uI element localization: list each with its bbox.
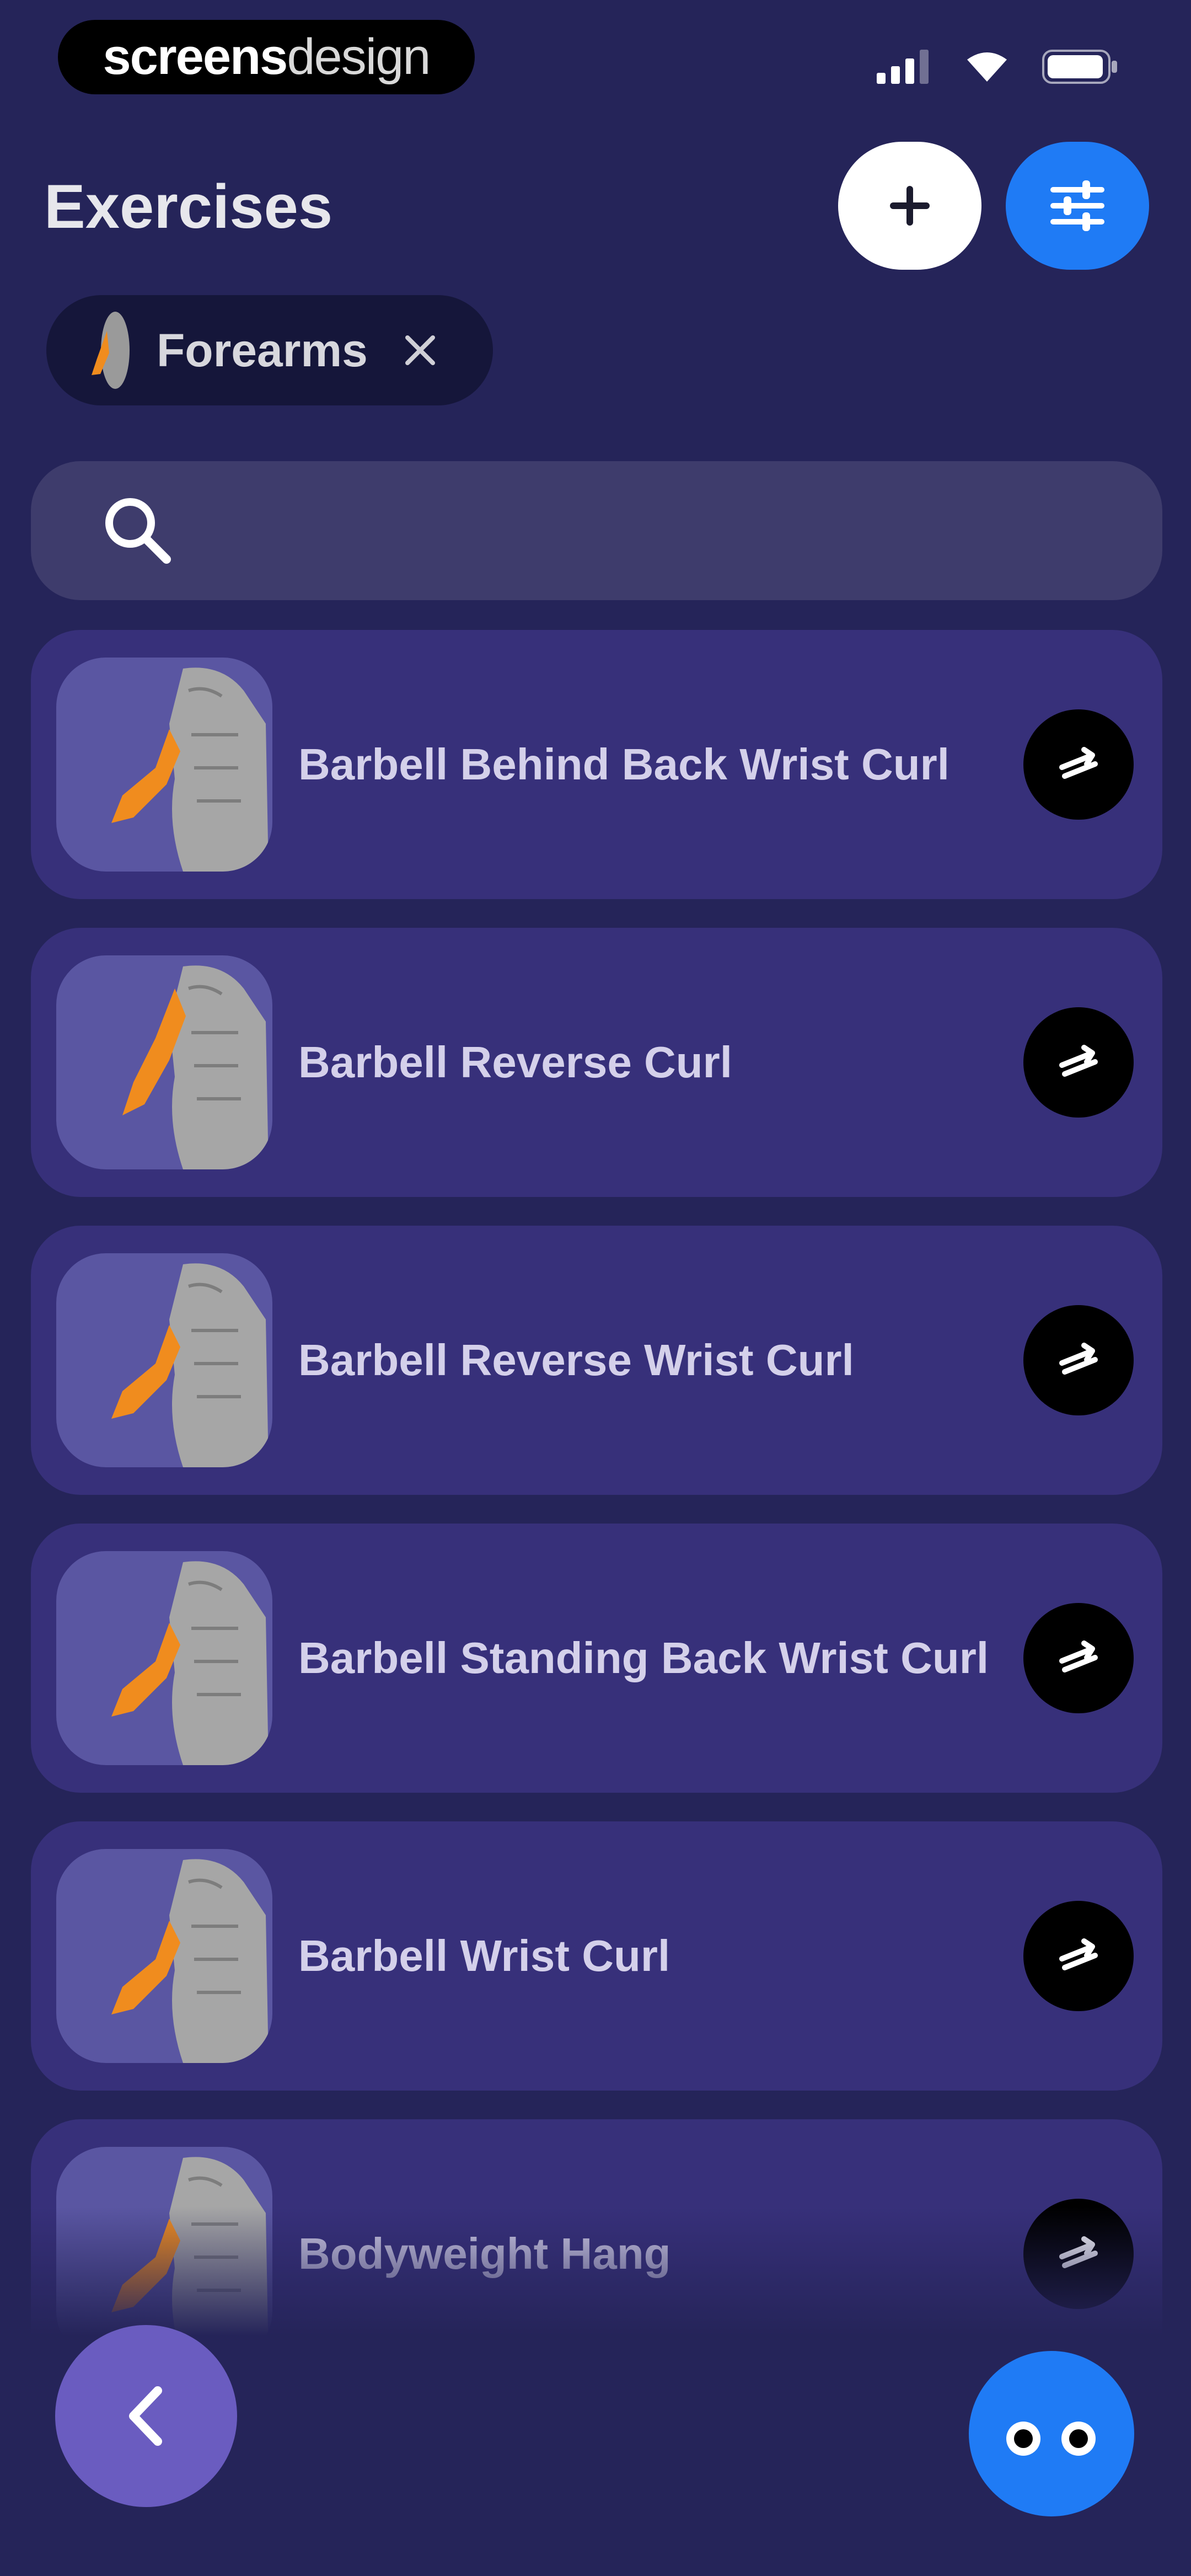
forearm-muscle-icon bbox=[92, 312, 130, 389]
sliders-icon bbox=[1050, 180, 1104, 231]
swap-arrows-icon bbox=[1059, 1938, 1098, 1970]
swap-arrows-icon bbox=[1059, 1045, 1098, 1077]
muscle-filter-chip[interactable]: Forearms bbox=[46, 295, 493, 405]
swap-exercise-button[interactable] bbox=[1023, 709, 1134, 820]
exercise-name: Barbell Behind Back Wrist Curl bbox=[298, 740, 950, 789]
status-icons bbox=[877, 50, 1119, 84]
brand-logo: screens design bbox=[58, 20, 475, 94]
exercise-thumbnail bbox=[56, 1551, 272, 1765]
exercise-thumbnail bbox=[56, 1253, 272, 1467]
page-title: Exercises bbox=[44, 172, 333, 241]
exercise-name: Barbell Reverse Wrist Curl bbox=[298, 1335, 854, 1385]
exercise-thumbnail bbox=[56, 1849, 272, 2063]
battery-icon bbox=[1042, 50, 1117, 84]
brand-logo-light: design bbox=[287, 29, 431, 85]
exercise-card[interactable]: Barbell Reverse Wrist Curl bbox=[31, 1226, 1162, 1495]
swap-arrows-icon bbox=[1059, 1343, 1098, 1375]
swap-exercise-button[interactable] bbox=[1023, 1603, 1134, 1713]
exercise-card[interactable]: Barbell Reverse Curl bbox=[31, 928, 1162, 1197]
exercise-name: Barbell Reverse Curl bbox=[298, 1038, 733, 1087]
exercise-name: Barbell Wrist Curl bbox=[298, 1931, 670, 1980]
swap-exercise-button[interactable] bbox=[1023, 1305, 1134, 1415]
plus-icon bbox=[890, 186, 930, 226]
assistant-button[interactable] bbox=[969, 2351, 1134, 2516]
assistant-eyes-icon bbox=[1006, 2422, 1040, 2456]
exercise-thumbnail bbox=[56, 955, 272, 1169]
brand-logo-bold: screens bbox=[103, 29, 288, 85]
filter-button[interactable] bbox=[1006, 142, 1149, 270]
close-icon[interactable] bbox=[401, 331, 439, 370]
swap-arrows-icon bbox=[1059, 747, 1098, 779]
swap-arrows-icon bbox=[1059, 1640, 1098, 1672]
back-button[interactable] bbox=[55, 2325, 237, 2507]
chip-label: Forearms bbox=[157, 324, 368, 376]
exercise-list: Barbell Behind Back Wrist Curl Barbell R… bbox=[31, 630, 1162, 2417]
assistant-eye-right bbox=[1061, 2422, 1096, 2456]
search-icon bbox=[105, 498, 171, 564]
chevron-left-icon bbox=[129, 2386, 162, 2446]
exercise-thumbnail bbox=[56, 658, 272, 872]
muscle-figure-icon bbox=[111, 667, 269, 872]
search-bar[interactable] bbox=[31, 461, 1162, 600]
exercise-card[interactable]: Barbell Wrist Curl bbox=[31, 1821, 1162, 2091]
signal-icon bbox=[877, 50, 929, 84]
muscle-figure-icon bbox=[111, 1263, 269, 1467]
wifi-icon bbox=[967, 52, 1007, 82]
search-input[interactable] bbox=[196, 483, 1136, 578]
muscle-figure-icon bbox=[111, 1561, 269, 1765]
exercise-name: Barbell Standing Back Wrist Curl bbox=[298, 1633, 989, 1682]
muscle-figure-icon bbox=[111, 1859, 269, 2063]
muscle-figure-icon bbox=[122, 965, 269, 1169]
status-bar: screens design bbox=[0, 0, 1191, 110]
exercise-card[interactable]: Barbell Behind Back Wrist Curl bbox=[31, 630, 1162, 899]
add-exercise-button[interactable] bbox=[838, 142, 981, 270]
swap-exercise-button[interactable] bbox=[1023, 1901, 1134, 2011]
exercise-card[interactable]: Barbell Standing Back Wrist Curl bbox=[31, 1524, 1162, 1793]
swap-exercise-button[interactable] bbox=[1023, 1007, 1134, 1118]
